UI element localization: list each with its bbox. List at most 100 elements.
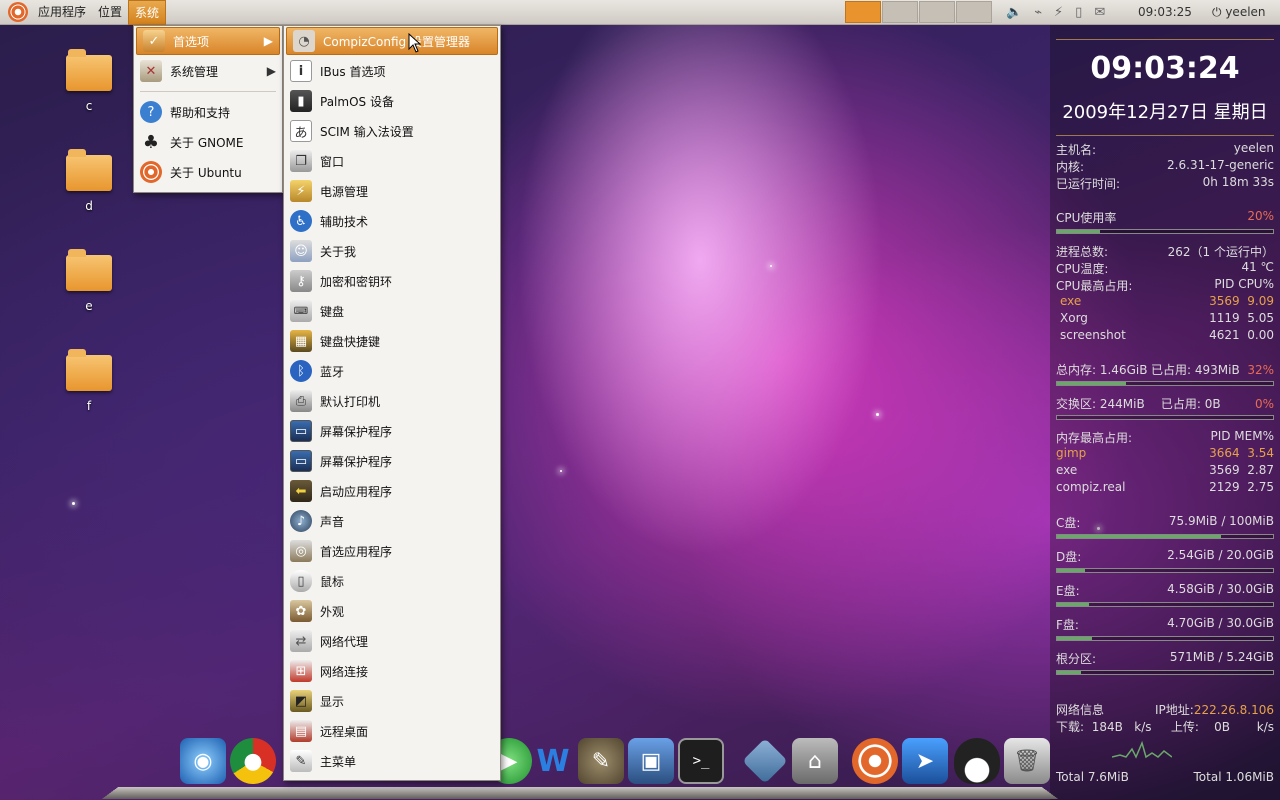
system-menu-item[interactable]: ✕ 系统管理 ▶: [134, 56, 282, 86]
workspace-switcher[interactable]: [845, 1, 993, 23]
workspace-3[interactable]: [919, 1, 955, 23]
disk-value: 4.70GiB / 30.0GiB: [1167, 616, 1274, 630]
pref-menu-item[interactable]: ⚷ 加密和密钥环: [284, 266, 500, 296]
pref-menu-item[interactable]: ◩ 显示: [284, 686, 500, 716]
pref-menu-item[interactable]: ⚡ 电源管理: [284, 176, 500, 206]
compizconfig-icon: ◔: [293, 30, 315, 52]
host-row: 主机名: yeelen: [1056, 141, 1274, 157]
proc-pid: 1119: [1209, 311, 1240, 325]
gimp-icon[interactable]: ✎: [578, 738, 624, 784]
pref-menu-item[interactable]: ✿ 外观: [284, 596, 500, 626]
pref-menu-item[interactable]: ▭ 屏幕保护程序: [284, 446, 500, 476]
system-menu-item[interactable]: ✓ 首选项 ▶: [136, 27, 280, 55]
workspace-4[interactable]: [956, 1, 992, 23]
system-menu-item[interactable]: ? 帮助和支持: [134, 97, 282, 127]
system-menu-item[interactable]: ♣ 关于 GNOME: [134, 127, 282, 157]
desktop-folder-f[interactable]: f: [60, 349, 118, 413]
menu-applications[interactable]: 应用程序: [32, 0, 92, 25]
pref-menu-item[interactable]: ♪ 声音: [284, 506, 500, 536]
menu-system[interactable]: 系统: [128, 0, 167, 25]
pref-menu-item[interactable]: ◎ 首选应用程序: [284, 536, 500, 566]
proc-name: compiz.real: [1056, 480, 1126, 494]
pref-menu-item[interactable]: ♿ 辅助技术: [284, 206, 500, 236]
menu-item-label: 键盘快捷键: [320, 334, 381, 349]
ubuntu-icon[interactable]: [852, 738, 898, 784]
pref-menu-item[interactable]: ⬅ 启动应用程序: [284, 476, 500, 506]
ubuntu-logo-icon[interactable]: [8, 2, 28, 22]
cursor-icon[interactable]: ➤: [902, 738, 948, 784]
volume-icon[interactable]: 🔈: [1006, 5, 1022, 20]
mem-label: 总内存: 1.46GiB: [1056, 363, 1148, 377]
panel-clock[interactable]: 09:03:25: [1138, 5, 1192, 19]
swap-row: 交换区: 244MiB 已占用: 0B 0%: [1056, 395, 1274, 411]
down-unit: k/s: [1134, 720, 1152, 734]
tux-icon[interactable]: [954, 738, 1000, 784]
menu-item-label: 帮助和支持: [170, 105, 231, 120]
workspace-2[interactable]: [882, 1, 918, 23]
pref-menu-item[interactable]: ▦ 键盘快捷键: [284, 326, 500, 356]
disk-label: C盘:: [1056, 516, 1081, 530]
home-icon[interactable]: ⌂: [792, 738, 838, 784]
pref-menu-item[interactable]: ▤ 远程桌面: [284, 716, 500, 746]
pref-menu-item[interactable]: i IBus 首选项: [284, 56, 500, 86]
cpu-bar-fill: [1057, 230, 1101, 233]
terminal-icon[interactable]: >_: [678, 738, 724, 784]
kernel-row: 内核: 2.6.31-17-generic: [1056, 158, 1274, 174]
workspace-1[interactable]: [845, 1, 881, 23]
swiftfox-icon[interactable]: ◉: [180, 738, 226, 784]
proc-row: 进程总数: 262（1 个运行中）: [1056, 243, 1274, 259]
pref-menu-item[interactable]: ◔ CompizConfig 设置管理器: [286, 27, 498, 55]
folder-label: e: [85, 299, 93, 313]
system-menu-item[interactable]: 关于 Ubuntu: [134, 157, 282, 187]
menu-item-label: 系统管理: [170, 64, 219, 79]
proc-val: 9.09: [1247, 294, 1274, 308]
photos-icon[interactable]: ▣: [628, 738, 674, 784]
kernel-label: 内核:: [1056, 160, 1085, 174]
conky-date: 2009年12月27日 星期日: [1062, 102, 1268, 123]
pref-menu-item[interactable]: ▭ 屏幕保护程序: [284, 416, 500, 446]
up-unit: k/s: [1256, 720, 1274, 734]
filezilla-icon[interactable]: [742, 738, 788, 784]
user-name: yeelen: [1225, 5, 1266, 19]
cpu-bar: [1056, 229, 1274, 234]
desktop-folder-c[interactable]: c: [60, 49, 118, 113]
pref-menu-item[interactable]: ⇄ 网络代理: [284, 626, 500, 656]
proc-name: Xorg: [1060, 311, 1088, 325]
menu-places[interactable]: 位置: [92, 0, 128, 25]
ip-value: 222.26.8.106: [1193, 703, 1274, 717]
shortcut-icon: ▦: [290, 330, 312, 352]
disk-bar: [1056, 602, 1274, 607]
pref-menu-item[interactable]: あ SCIM 输入法设置: [284, 116, 500, 146]
desktop-folder-d[interactable]: d: [60, 149, 118, 213]
power-icon[interactable]: ⚡: [1054, 5, 1063, 20]
disk-value: 2.54GiB / 20.0GiB: [1167, 548, 1274, 562]
star: [770, 265, 772, 267]
chrome-icon[interactable]: ●: [230, 738, 276, 784]
pref-menu-item[interactable]: ⌨ 键盘: [284, 296, 500, 326]
printer-icon: ⎙: [290, 390, 312, 412]
pref-menu-item[interactable]: ᛒ 蓝牙: [284, 356, 500, 386]
mem-used: 已占用: 493MiB: [1151, 363, 1240, 377]
network-icon[interactable]: ⌁: [1034, 5, 1042, 20]
mail-icon[interactable]: ✉: [1094, 5, 1105, 20]
pref-menu-item[interactable]: ⎙ 默认打印机: [284, 386, 500, 416]
pref-menu-item[interactable]: ☺ 关于我: [284, 236, 500, 266]
folder-icon: [66, 349, 112, 391]
pref-menu-item[interactable]: ✎ 主菜单: [284, 746, 500, 776]
temp-label: CPU温度:: [1056, 262, 1109, 276]
pref-menu-item[interactable]: ▮ PalmOS 设备: [284, 86, 500, 116]
disk-value: 4.58GiB / 30.0GiB: [1167, 582, 1274, 596]
pref-menu-item[interactable]: ❐ 窗口: [284, 146, 500, 176]
desktop-folder-e[interactable]: e: [60, 249, 118, 313]
menu-item-label: IBus 首选项: [320, 64, 386, 79]
mem-row: 总内存: 1.46GiB 已占用: 493MiB 32%: [1056, 361, 1274, 377]
user-menu[interactable]: ⏻ yeelen: [1212, 5, 1266, 20]
battery-icon[interactable]: ▯: [1075, 5, 1082, 20]
writer-icon[interactable]: W: [530, 738, 576, 784]
star: [560, 470, 562, 472]
pref-menu-item[interactable]: ⊞ 网络连接: [284, 656, 500, 686]
accessibility-icon: ♿: [290, 210, 312, 232]
trash-icon[interactable]: 🗑: [1004, 738, 1050, 784]
pref-menu-item[interactable]: ▯ 鼠标: [284, 566, 500, 596]
top-panel: 应用程序 位置 系统 🔈 ⌁ ⚡ ▯ ✉ 09:03:25 ⏻ yeelen: [0, 0, 1280, 25]
